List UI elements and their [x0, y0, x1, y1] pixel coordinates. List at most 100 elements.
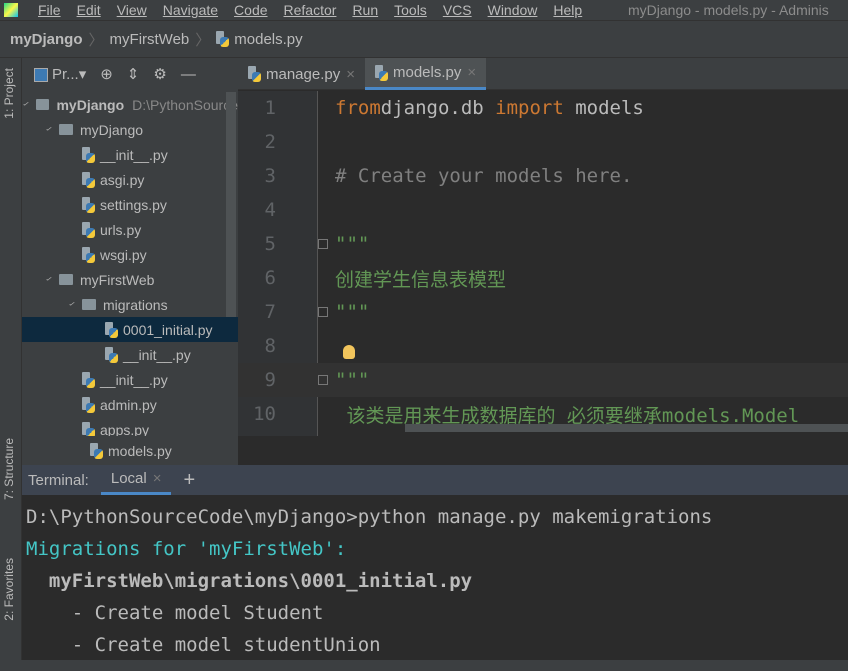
- breadcrumb-folder[interactable]: myFirstWeb: [110, 31, 190, 48]
- project-tool-tab[interactable]: 1: Project: [2, 68, 16, 119]
- line-number: 1: [264, 97, 276, 119]
- terminal-tab-local[interactable]: Local ×: [100, 465, 172, 495]
- breadcrumb-file[interactable]: models.py: [234, 31, 302, 48]
- close-icon[interactable]: ×: [153, 470, 162, 487]
- tree-row-label: urls.py: [100, 221, 142, 238]
- tree-row[interactable]: ✓ myDjango D:\PythonSource: [22, 92, 238, 117]
- menu-item-run[interactable]: Run: [352, 2, 378, 18]
- tree-row-label: migrations: [103, 296, 168, 313]
- menu-item-refactor[interactable]: Refactor: [284, 2, 337, 18]
- fold-marker-icon[interactable]: [318, 239, 328, 249]
- line-number: 6: [264, 267, 276, 289]
- tab-manage-py[interactable]: manage.py ×: [238, 58, 365, 90]
- tree-row[interactable]: ✓ myFirstWeb: [22, 267, 238, 292]
- line-number: 4: [264, 199, 276, 221]
- python-file-icon: [82, 146, 95, 163]
- chevron-down-icon[interactable]: ✓: [45, 126, 59, 133]
- breadcrumb: myDjango 〉 myFirstWeb 〉 models.py: [0, 20, 848, 58]
- code-line: 3 # Create your models here.: [238, 159, 848, 193]
- terminal-line: D:\PythonSourceCode\myDjango>python mana…: [26, 506, 713, 528]
- bottom-tool-bar: [0, 660, 848, 671]
- chevron-down-icon[interactable]: ✓: [45, 276, 59, 283]
- editor-horizontal-scrollbar[interactable]: [405, 424, 848, 432]
- tree-scrollbar[interactable]: [226, 92, 236, 317]
- code-token: """: [335, 369, 370, 391]
- tree-row-partial[interactable]: models.py: [22, 436, 238, 465]
- tree-row[interactable]: 0001_initial.py: [22, 317, 238, 342]
- line-content: """: [335, 369, 369, 391]
- folder-icon: [59, 274, 73, 285]
- code-line: 5 """: [238, 227, 848, 261]
- terminal-label: Terminal:: [28, 471, 89, 489]
- panel-icon: [34, 68, 48, 83]
- code-token: 创建学生信息表模型: [335, 268, 507, 291]
- lightbulb-icon[interactable]: [343, 345, 355, 359]
- tree-row[interactable]: ✓ migrations: [22, 292, 238, 317]
- menu-item-view[interactable]: View: [117, 2, 147, 18]
- menu-item-code[interactable]: Code: [234, 2, 267, 18]
- breadcrumb-project[interactable]: myDjango: [10, 31, 83, 48]
- tree-row[interactable]: asgi.py: [22, 167, 238, 192]
- chevron-down-icon[interactable]: ✓: [22, 101, 36, 108]
- tree-row-label: __init__.py: [100, 146, 168, 163]
- fold-marker-icon[interactable]: [318, 307, 328, 317]
- terminal-line: - Create model studentUnion: [26, 634, 381, 656]
- python-file-icon: [82, 171, 95, 188]
- folder-icon: [35, 99, 50, 110]
- line-number: 10: [253, 403, 276, 425]
- project-view-dropdown[interactable]: Pr...▾: [34, 65, 86, 83]
- locate-icon[interactable]: ⊕: [100, 65, 113, 83]
- tree-row[interactable]: wsgi.py: [22, 242, 238, 267]
- tree-row-label: myDjango: [56, 96, 125, 113]
- project-tree: ✓ myDjango D:\PythonSource ✓ myDjango __init_…: [22, 90, 238, 465]
- tab-models-py[interactable]: models.py ×: [364, 58, 487, 90]
- tree-row[interactable]: ✓ myDjango: [22, 117, 238, 142]
- folder-icon: [59, 124, 73, 135]
- menu-items: File Edit View Navigate Code Refactor Run Tools…: [38, 2, 598, 18]
- tree-row[interactable]: admin.py: [22, 392, 238, 417]
- favorites-tool-tab[interactable]: 2: Favorites: [2, 558, 16, 621]
- menu-item-help[interactable]: Help: [553, 2, 582, 18]
- close-icon[interactable]: ×: [467, 64, 476, 81]
- python-file-icon: [105, 321, 118, 338]
- python-file-icon: [374, 64, 388, 81]
- left-tool-strip: 1: Project 7: Structure 2: Favorites: [0, 58, 22, 660]
- tree-row-path: D:\PythonSource: [132, 96, 238, 113]
- structure-tool-tab[interactable]: 7: Structure: [2, 438, 16, 500]
- line-number: 9: [264, 369, 276, 391]
- tree-row-label: __init__.py: [123, 346, 191, 363]
- tree-row[interactable]: urls.py: [22, 217, 238, 242]
- minimize-icon[interactable]: —: [181, 66, 196, 83]
- code-editor[interactable]: 1 fromdjango.db import models 2 3 # Create y…: [238, 91, 848, 436]
- terminal-output[interactable]: D:\PythonSourceCode\myDjango>python mana…: [22, 496, 848, 660]
- line-number: 7: [264, 301, 276, 323]
- menu-item-vcs[interactable]: VCS: [443, 2, 472, 18]
- menu-item-navigate[interactable]: Navigate: [163, 2, 218, 18]
- menu-item-window[interactable]: Window: [488, 2, 538, 18]
- tree-row[interactable]: settings.py: [22, 192, 238, 217]
- fold-marker-icon[interactable]: [318, 375, 328, 385]
- tree-row[interactable]: __init__.py: [22, 367, 238, 392]
- line-content: """: [335, 301, 369, 323]
- menu-item-tools[interactable]: Tools: [394, 2, 427, 18]
- menu-item-file[interactable]: File: [38, 2, 61, 18]
- terminal-line: myFirstWeb\migrations\0001_initial.py: [26, 570, 473, 592]
- close-icon[interactable]: ×: [346, 66, 355, 83]
- code-token: django.db: [380, 97, 496, 119]
- project-panel-header: Pr...▾ ⊕ ⇕ ⚙ —: [22, 58, 238, 90]
- gear-icon[interactable]: ⚙: [153, 65, 166, 83]
- folder-icon: [82, 299, 96, 310]
- python-file-icon: [90, 442, 103, 459]
- tree-row[interactable]: __init__.py: [22, 342, 238, 367]
- tree-row-label: 0001_initial.py: [123, 321, 213, 338]
- code-line: 4: [238, 193, 848, 227]
- menu-item-edit[interactable]: Edit: [77, 2, 101, 18]
- add-terminal-button[interactable]: +: [183, 469, 195, 492]
- line-number: 3: [264, 165, 276, 187]
- code-line: 6 创建学生信息表模型: [238, 261, 848, 295]
- tree-row[interactable]: __init__.py: [22, 142, 238, 167]
- chevron-down-icon[interactable]: ✓: [68, 301, 82, 308]
- editor-tabs: manage.py × models.py ×: [238, 58, 848, 90]
- python-file-icon: [82, 221, 95, 238]
- collapse-all-icon[interactable]: ⇕: [127, 65, 140, 83]
